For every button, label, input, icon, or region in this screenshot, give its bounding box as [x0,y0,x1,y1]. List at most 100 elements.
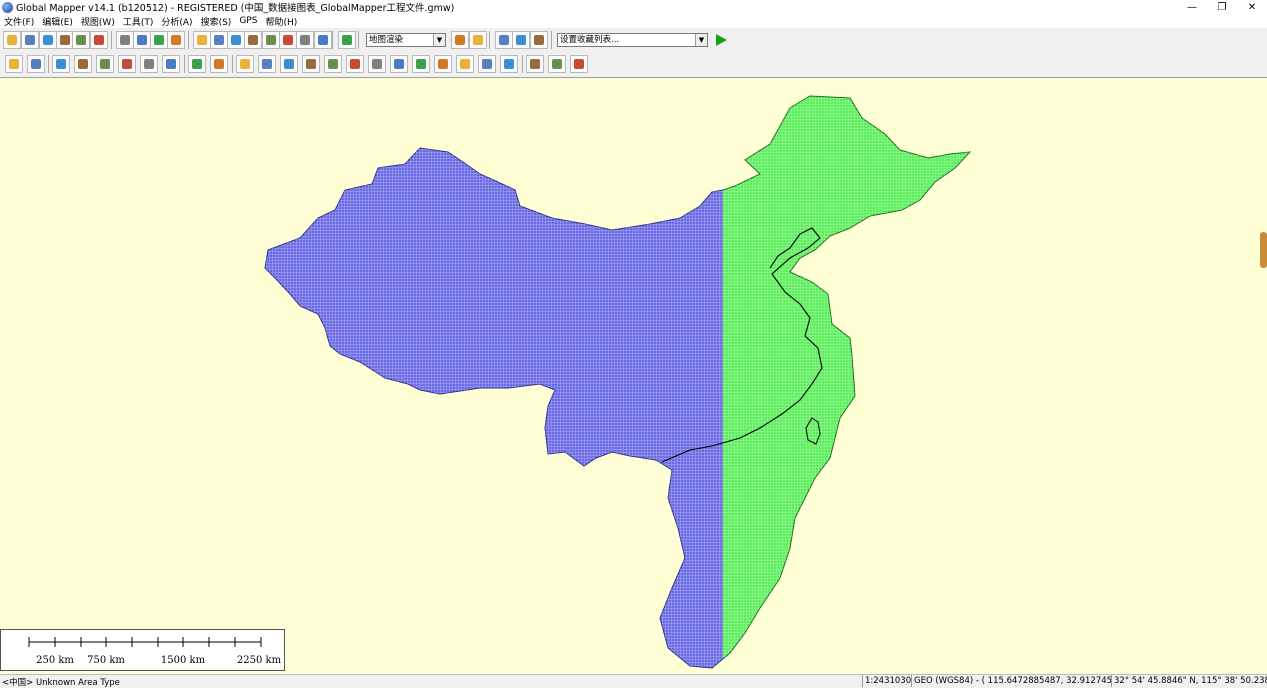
status-bar: <中国> Unknown Area Type 1:24310300 GEO (W… [0,674,1267,688]
main-tool-button[interactable] [116,31,134,49]
digitizer-tool-button[interactable] [478,55,496,73]
window-controls: — ❐ ✕ [1177,0,1267,14]
digitizer-tool-icon [438,59,448,69]
main-tool-icon [197,35,207,45]
main-tool-button[interactable] [167,31,185,49]
main-tool-icon [94,35,104,45]
toolbar-separator [188,31,189,49]
main-tool-button[interactable] [21,31,39,49]
menu-search[interactable]: 搜索(S) [197,15,236,28]
digitizer-tool-button[interactable] [302,55,320,73]
digitizer-tool-button[interactable] [548,55,566,73]
digitizer-tool-icon [530,59,540,69]
digitizer-tool-icon [31,59,41,69]
digitizer-tool-icon [100,59,110,69]
main-tool-button[interactable] [451,31,469,49]
digitizer-tool-button[interactable] [324,55,342,73]
globe-app-icon [2,1,13,13]
status-scale: 1:24310300 [862,675,912,687]
digitizer-tool-button[interactable] [412,55,430,73]
main-tool-button[interactable] [39,31,57,49]
main-tool-icon [342,35,352,45]
map-view[interactable]: 250 km 750 km 1500 km 2250 km [0,78,1267,674]
main-tool-button[interactable] [512,31,530,49]
menu-gps[interactable]: GPS [235,16,261,26]
main-tool-button[interactable] [244,31,262,49]
digitizer-tool-icon [350,59,360,69]
digitizer-tool-button[interactable] [456,55,474,73]
chevron-down-icon: ▼ [695,34,707,46]
digitizer-tool-button[interactable] [434,55,452,73]
close-button[interactable]: ✕ [1237,0,1267,14]
main-tool-button[interactable] [227,31,245,49]
main-tool-icon [7,35,17,45]
restore-button[interactable]: ❐ [1207,0,1237,14]
play-icon[interactable] [713,32,729,48]
digitizer-tool-button[interactable] [27,55,45,73]
digitizer-tool-icon [284,59,294,69]
digitizer-tool-icon [394,59,404,69]
digitizer-tool-button[interactable] [368,55,386,73]
digitizer-tool-icon [574,59,584,69]
digitizer-tool-icon [482,59,492,69]
main-tool-button[interactable] [469,31,487,49]
digitizer-tool-button[interactable] [96,55,114,73]
main-tool-button[interactable] [90,31,108,49]
status-area-type: <中国> Unknown Area Type [2,678,120,688]
minimize-button[interactable]: — [1177,0,1207,14]
main-tool-button[interactable] [193,31,211,49]
digitizer-tool-icon [9,59,19,69]
main-tool-button[interactable] [530,31,548,49]
main-tool-icon [300,35,310,45]
main-tool-button[interactable] [296,31,314,49]
digitizer-tool-button[interactable] [188,55,206,73]
digitizer-tool-button[interactable] [390,55,408,73]
digitizer-tool-icon [78,59,88,69]
digitizer-tool-button[interactable] [5,55,23,73]
map-canvas[interactable] [0,78,1267,674]
menu-view[interactable]: 视图(W) [77,15,119,28]
digitizer-tool-button[interactable] [140,55,158,73]
render-mode-select[interactable]: 地图渲染 ▼ [366,33,446,47]
main-tool-button[interactable] [150,31,168,49]
digitizer-tool-button[interactable] [74,55,92,73]
title-bar: Global Mapper v14.1 (b120512) - REGISTER… [0,0,1267,14]
main-tool-icon [266,35,276,45]
main-tool-button[interactable] [72,31,90,49]
digitizer-tool-button[interactable] [346,55,364,73]
digitizer-tool-button[interactable] [236,55,254,73]
main-tool-button[interactable] [314,31,332,49]
digitizer-tool-button[interactable] [118,55,136,73]
toolbar-separator [184,55,185,73]
menu-edit[interactable]: 编辑(E) [38,15,77,28]
digitizer-tool-button[interactable] [526,55,544,73]
main-tool-icon [283,35,293,45]
main-tool-button[interactable] [210,31,228,49]
main-tool-button[interactable] [495,31,513,49]
main-tool-button[interactable] [133,31,151,49]
favorites-select[interactable]: 设置收藏列表... ▼ [557,33,708,47]
digitizer-tool-button[interactable] [162,55,180,73]
digitizer-tool-button[interactable] [52,55,70,73]
digitizer-tool-icon [328,59,338,69]
menu-help[interactable]: 帮助(H) [261,15,301,28]
digitizer-tool-icon [262,59,272,69]
digitizer-tool-button[interactable] [500,55,518,73]
toolbar-separator [489,31,490,49]
digitizer-tool-button[interactable] [210,55,228,73]
menu-file[interactable]: 文件(F) [0,15,38,28]
menu-analysis[interactable]: 分析(A) [157,15,196,28]
main-tool-button[interactable] [279,31,297,49]
toolbar-separator [358,31,359,49]
menu-tools[interactable]: 工具(T) [119,15,158,28]
main-tool-button[interactable] [3,31,21,49]
digitizer-tool-button[interactable] [570,55,588,73]
digitizer-tool-button[interactable] [280,55,298,73]
main-tool-button[interactable] [262,31,280,49]
main-tool-button[interactable] [338,31,356,49]
scale-label-250: 250 km [36,655,74,666]
map-scroll-handle[interactable] [1260,232,1267,268]
digitizer-tool-icon [552,59,562,69]
digitizer-tool-button[interactable] [258,55,276,73]
digitizer-tool-icon [416,59,426,69]
